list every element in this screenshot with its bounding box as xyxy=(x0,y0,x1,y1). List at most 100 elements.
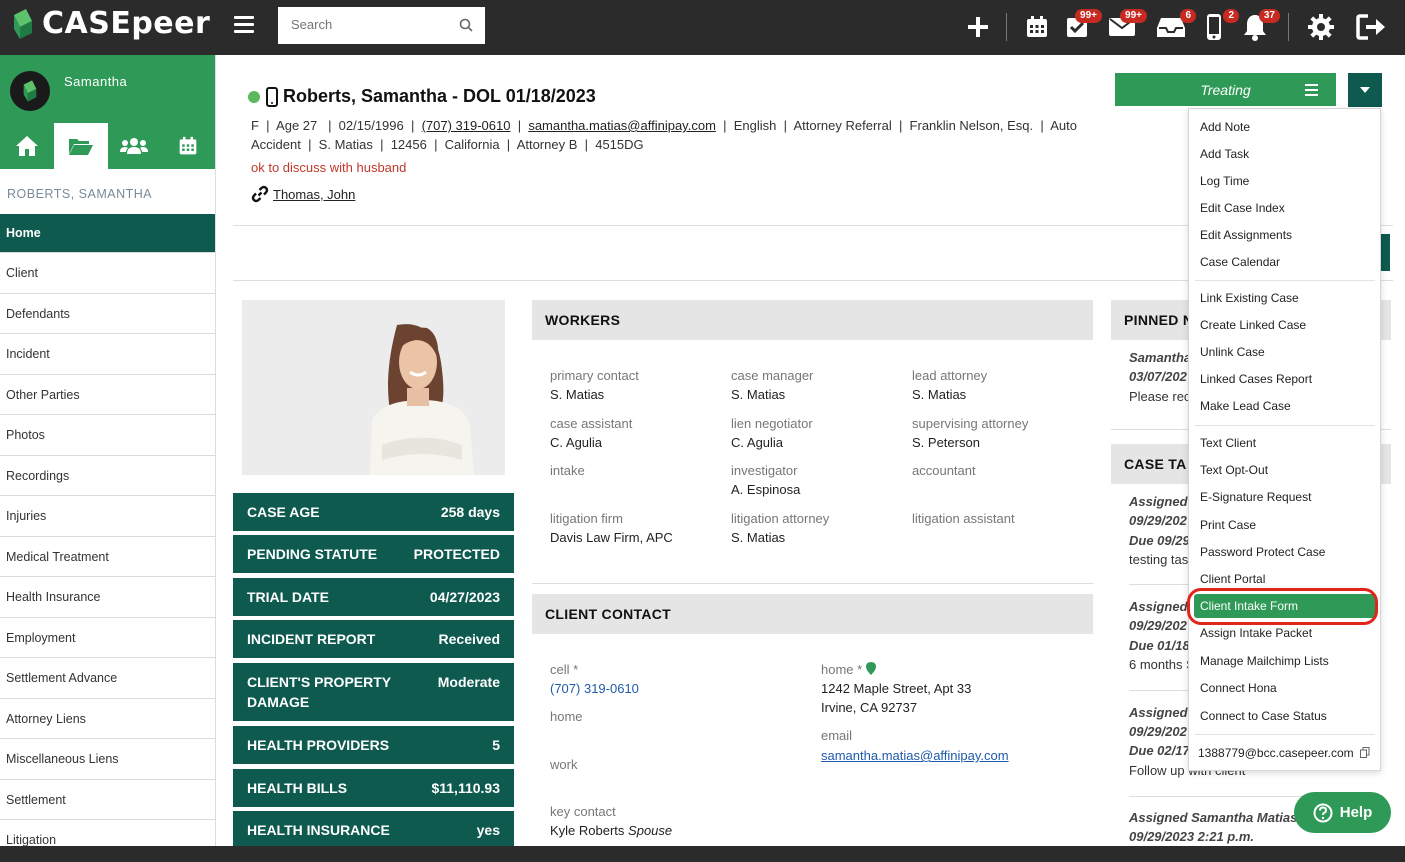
home-address-label: home * xyxy=(821,662,876,677)
menu-item-add-note[interactable]: Add Note xyxy=(1200,120,1250,134)
case-phone-link[interactable]: (707) 319-0610 xyxy=(422,118,511,133)
menu-item-connect-hona[interactable]: Connect Hona xyxy=(1200,681,1277,695)
case-title: Roberts, Samantha - DOL 01/18/2023 xyxy=(248,86,596,107)
tab-cases[interactable] xyxy=(53,123,108,169)
client-email-link[interactable]: samantha.matias@affinipay.com xyxy=(821,748,1009,763)
mail-icon[interactable]: 99+ xyxy=(1107,9,1147,42)
add-icon[interactable] xyxy=(963,12,993,42)
actions-dropdown-button[interactable] xyxy=(1348,73,1382,107)
linked-person[interactable]: Thomas, John xyxy=(273,187,355,202)
menu-item-client-portal[interactable]: Client Portal xyxy=(1200,572,1265,586)
mobile-phone-icon xyxy=(266,86,278,107)
menu-divider xyxy=(1195,425,1375,426)
main-menu-icon[interactable] xyxy=(234,16,254,34)
task-due: Due 02/17 xyxy=(1129,743,1190,758)
sidebar-user-header: Samantha xyxy=(0,55,215,123)
menu-item-print-case[interactable]: Print Case xyxy=(1200,518,1256,532)
home-address-label-text: home * xyxy=(821,662,863,677)
menu-item-e-signature-request[interactable]: E-Signature Request xyxy=(1200,490,1311,504)
worker-role: lead attorney xyxy=(912,368,988,383)
top-bar: CASEpeer 99+ 99+ 6 2 37 xyxy=(0,0,1405,55)
menu-item-link-existing-case[interactable]: Link Existing Case xyxy=(1200,291,1299,305)
phone-icon[interactable]: 2 xyxy=(1199,9,1239,42)
menu-item-log-time[interactable]: Log Time xyxy=(1200,174,1249,188)
client-contact-header: CLIENT CONTACT xyxy=(532,594,1093,634)
sidebar-item-health-insurance[interactable]: Health Insurance xyxy=(0,577,215,618)
menu-item-edit-case-index[interactable]: Edit Case Index xyxy=(1200,201,1285,215)
menu-item-add-task[interactable]: Add Task xyxy=(1200,147,1249,161)
menu-item-unlink-case[interactable]: Unlink Case xyxy=(1200,345,1265,359)
menu-item-text-opt-out[interactable]: Text Opt-Out xyxy=(1200,463,1268,477)
sidebar-item-defendants[interactable]: Defendants xyxy=(0,294,215,334)
menu-item-make-lead-case[interactable]: Make Lead Case xyxy=(1200,399,1291,413)
key-contact-relation: Spouse xyxy=(628,823,673,838)
task-date: 09/29/202 xyxy=(1129,618,1187,633)
stat-health-bills: HEALTH BILLS $11,110.93 xyxy=(233,769,514,807)
search-box xyxy=(278,7,485,44)
logo[interactable]: CASEpeer xyxy=(10,6,210,41)
users-icon xyxy=(120,138,149,154)
calendar-icon[interactable] xyxy=(1022,12,1052,42)
stat-label: INCIDENT REPORT xyxy=(247,631,376,647)
tab-home[interactable] xyxy=(0,123,54,169)
case-meta: F | Age 27 | 02/15/1996 | (707) 319-0610… xyxy=(251,116,1091,154)
inbox-icon[interactable]: 6 xyxy=(1156,9,1196,42)
case-status-button[interactable]: Treating xyxy=(1115,73,1336,106)
help-button[interactable]: Help xyxy=(1294,792,1391,833)
stat-label: CLIENT'S PROPERTY DAMAGE xyxy=(247,672,391,712)
worker-role: case manager xyxy=(731,368,814,383)
bottom-bar xyxy=(0,846,1405,862)
gear-icon[interactable] xyxy=(1306,12,1336,42)
search-input[interactable] xyxy=(278,7,448,42)
map-pin-icon[interactable] xyxy=(865,662,876,675)
cell-phone-link[interactable]: (707) 319-0610 xyxy=(550,681,639,696)
stat-value: $11,110.93 xyxy=(431,780,500,796)
sidebar-tabs xyxy=(0,123,215,169)
key-contact-label: key contact xyxy=(550,804,616,819)
case-email-link[interactable]: samantha.matias@affinipay.com xyxy=(528,118,716,133)
help-label: Help xyxy=(1339,804,1373,821)
user-avatar[interactable] xyxy=(10,71,50,111)
tasks-icon[interactable]: 99+ xyxy=(1062,9,1102,42)
menu-item-password-protect-case[interactable]: Password Protect Case xyxy=(1200,545,1325,559)
menu-item-linked-cases-report[interactable]: Linked Cases Report xyxy=(1200,372,1312,386)
pinned-author: Samantha xyxy=(1129,350,1192,365)
sidebar-item-recordings[interactable]: Recordings xyxy=(0,456,215,496)
copy-icon[interactable] xyxy=(1359,747,1370,758)
sidebar-item-attorney-liens[interactable]: Attorney Liens xyxy=(0,699,215,739)
menu-item-create-linked-case[interactable]: Create Linked Case xyxy=(1200,318,1306,332)
search-icon[interactable] xyxy=(459,18,473,32)
menu-item-manage-mailchimp-lists[interactable]: Manage Mailchimp Lists xyxy=(1200,654,1329,668)
task-date: 09/29/202 xyxy=(1129,724,1187,739)
linked-case[interactable]: Thomas, John xyxy=(251,185,355,203)
tab-calendar[interactable] xyxy=(161,123,215,169)
sidebar-item-home[interactable]: Home xyxy=(0,214,215,253)
tasks-badge: 99+ xyxy=(1075,9,1102,23)
logout-icon[interactable] xyxy=(1356,12,1386,42)
sidebar-item-injuries[interactable]: Injuries xyxy=(0,496,215,537)
sidebar-item-client[interactable]: Client xyxy=(0,253,215,294)
sidebar-item-medical-treatment[interactable]: Medical Treatment xyxy=(0,537,215,577)
case-status-label: Treating xyxy=(1200,81,1251,98)
menu-item-text-client[interactable]: Text Client xyxy=(1200,436,1256,450)
menu-item-case-calendar[interactable]: Case Calendar xyxy=(1200,255,1280,269)
stat-health-providers: HEALTH PROVIDERS 5 xyxy=(233,726,514,764)
sidebar-item-photos[interactable]: Photos xyxy=(0,415,215,456)
sidebar-item-incident[interactable]: Incident xyxy=(0,334,215,375)
sidebar-item-settlement-advance[interactable]: Settlement Advance xyxy=(0,658,215,699)
bell-icon[interactable]: 37 xyxy=(1240,9,1280,42)
menu-item-edit-assignments[interactable]: Edit Assignments xyxy=(1200,228,1292,242)
sidebar-item-misc-liens[interactable]: Miscellaneous Liens xyxy=(0,739,215,780)
client-photo[interactable] xyxy=(242,300,505,475)
sidebar-item-employment[interactable]: Employment xyxy=(0,618,215,658)
sidebar-item-other-parties[interactable]: Other Parties xyxy=(0,375,215,415)
menu-item-assign-intake-packet[interactable]: Assign Intake Packet xyxy=(1200,626,1312,640)
menu-item-connect-case-status[interactable]: Connect to Case Status xyxy=(1200,709,1327,723)
sidebar-item-settlement[interactable]: Settlement xyxy=(0,780,215,820)
menu-item-bcc-email[interactable]: 1388779@bcc.casepeer.com xyxy=(1198,746,1370,760)
caret-down-icon xyxy=(1360,87,1370,93)
stat-label-line2: DAMAGE xyxy=(247,694,310,710)
stat-value: Received xyxy=(438,631,500,647)
casepeer-logo-icon xyxy=(23,80,37,102)
tab-contacts[interactable] xyxy=(108,123,162,169)
